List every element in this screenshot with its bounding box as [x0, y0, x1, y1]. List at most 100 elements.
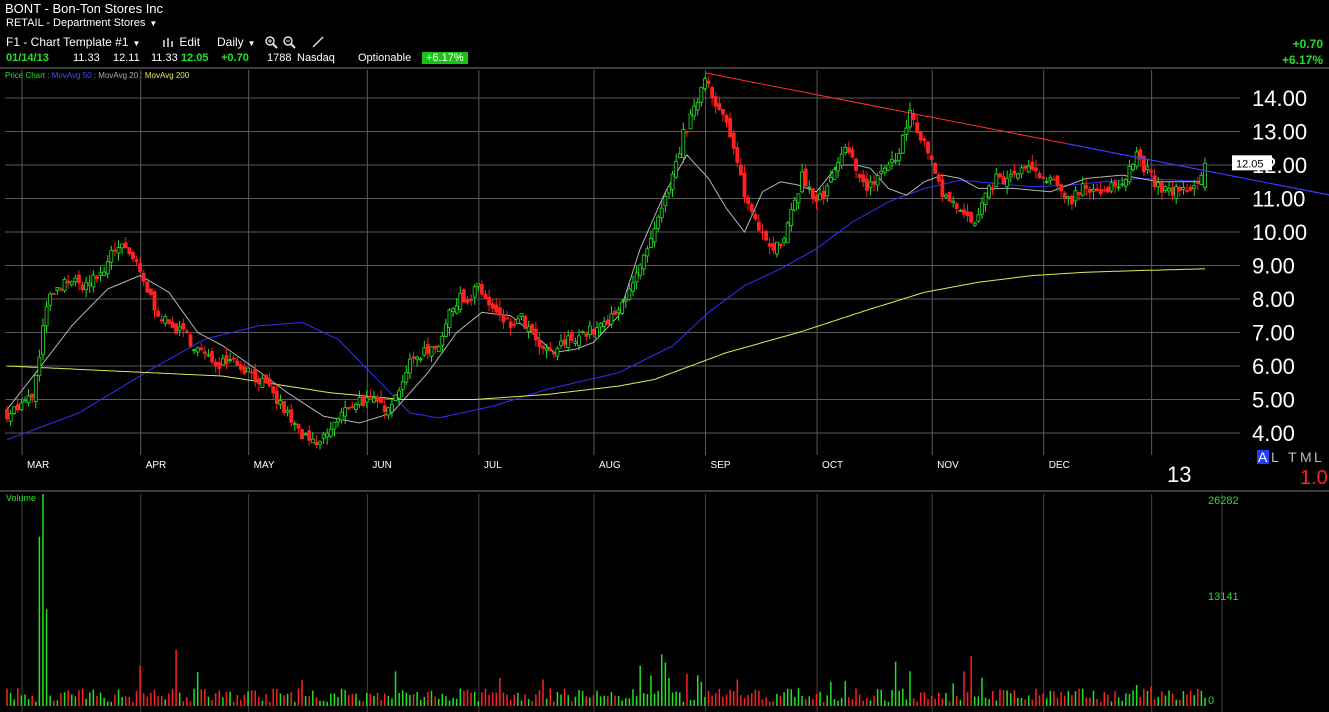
candle-body — [670, 173, 675, 190]
price-chart[interactable]: 4.005.006.007.008.009.0010.0011.0012.001… — [0, 0, 1329, 712]
candle-body — [652, 228, 657, 243]
candle-body — [98, 272, 103, 276]
candle-body — [1188, 186, 1193, 191]
candle-body — [5, 408, 9, 420]
candle-body — [893, 160, 898, 163]
candle-body — [62, 279, 67, 292]
candle-body — [454, 305, 459, 314]
last-price-label: 12.05 — [1236, 158, 1264, 170]
price-tick-label: 13.00 — [1252, 120, 1307, 145]
candle-body — [735, 147, 740, 163]
candle-body — [947, 191, 952, 202]
candle-body — [95, 275, 99, 280]
candle-body — [202, 351, 207, 355]
candle-body — [1055, 175, 1060, 186]
price-tick-label: 8.00 — [1252, 287, 1295, 312]
candle-body — [771, 243, 776, 251]
candle-body — [1052, 178, 1056, 181]
candle-body — [1037, 172, 1042, 179]
month-label: MAR — [27, 460, 49, 471]
candle-body — [1005, 178, 1010, 187]
candle-body — [1203, 162, 1207, 188]
month-label: JUL — [484, 460, 502, 471]
candle-body — [479, 284, 484, 295]
candle-body — [843, 147, 848, 154]
candle-body — [109, 249, 114, 263]
candle-body — [1195, 182, 1200, 184]
candle-body — [703, 78, 707, 90]
candle-body — [638, 264, 643, 276]
candle-body — [91, 274, 96, 288]
candle-body — [519, 313, 524, 317]
candle-body — [224, 355, 229, 365]
candle-body — [728, 118, 733, 138]
candle-body — [382, 405, 387, 413]
candle-body — [123, 242, 128, 249]
candle-body — [350, 406, 355, 409]
candle-body — [1105, 187, 1110, 193]
candle-body — [623, 299, 628, 302]
candle-body — [530, 323, 535, 332]
candle-body — [1087, 189, 1092, 193]
candle-body — [602, 321, 607, 327]
candle-body — [483, 293, 488, 300]
candle-body — [577, 335, 581, 347]
candle-body — [864, 178, 869, 191]
candle-body — [145, 281, 150, 293]
ma50-line — [6, 177, 1206, 441]
candle-body — [497, 307, 502, 316]
candle-body — [217, 362, 222, 369]
candle-body — [296, 423, 301, 429]
month-label: SEP — [711, 460, 731, 471]
candle-body — [1192, 185, 1197, 189]
candle-body — [303, 433, 308, 436]
candle-body — [267, 378, 272, 387]
candle-body — [113, 249, 117, 252]
candle-body — [537, 339, 542, 347]
candle-body — [170, 321, 175, 328]
price-tick-label: 6.00 — [1252, 354, 1295, 379]
candle-body — [983, 192, 988, 206]
candle-body — [695, 102, 700, 111]
candle-body — [1181, 187, 1186, 190]
candle-body — [77, 274, 81, 284]
candle-body — [659, 207, 664, 219]
candle-body — [681, 129, 686, 158]
candle-body — [821, 190, 826, 199]
candle-body — [1116, 186, 1121, 189]
candle-body — [792, 199, 797, 211]
candle-body — [1170, 187, 1175, 196]
candle-body — [922, 138, 927, 141]
candle-body — [533, 328, 538, 341]
candle-body — [41, 325, 45, 355]
volume-bars — [6, 494, 1206, 706]
candle-body — [249, 371, 254, 374]
candle-body — [163, 316, 168, 324]
candle-body — [1059, 184, 1063, 192]
candle-body — [134, 259, 139, 262]
candle-body — [994, 173, 999, 187]
candle-body — [447, 309, 452, 328]
candle-body — [238, 364, 243, 370]
candle-body — [1109, 182, 1114, 192]
candle-body — [627, 288, 632, 300]
candle-body — [472, 286, 477, 298]
candle-body — [390, 403, 394, 413]
candle-body — [598, 322, 603, 328]
candle-body — [332, 421, 337, 430]
candle-body — [631, 282, 635, 292]
candle-body — [51, 292, 56, 295]
price-tick-label: 7.00 — [1252, 321, 1295, 346]
candle-body — [19, 402, 24, 410]
candle-body — [774, 241, 779, 255]
candle-body — [782, 238, 786, 243]
candle-body — [1019, 167, 1024, 175]
candle-body — [404, 371, 409, 383]
candle-body — [328, 428, 333, 437]
candle-body — [1174, 186, 1179, 200]
candle-body — [195, 347, 200, 353]
candle-body — [717, 103, 722, 110]
candle-body — [379, 397, 384, 404]
candle-body — [274, 390, 279, 404]
candle-body — [710, 87, 715, 99]
